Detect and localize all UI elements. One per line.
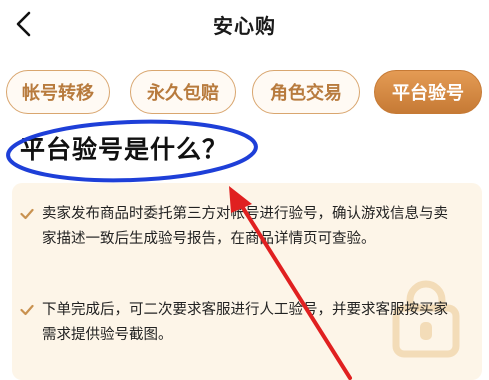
list-item-text: 下单完成后，可二次要求客服进行人工验号，并要求客服按买家需求提供验号截图。: [42, 302, 448, 343]
tab-role-trading[interactable]: 角色交易: [252, 70, 360, 114]
tab-platform-verification[interactable]: 平台验号: [374, 70, 482, 114]
page: 安心购 帐号转移 永久包赔 角色交易 平台验号 平台验号是什么？ 卖家发布商品时…: [0, 0, 489, 380]
tab-permanent-compensation[interactable]: 永久包赔: [130, 70, 236, 114]
check-icon: [20, 304, 34, 316]
check-icon: [20, 208, 34, 220]
info-card: 卖家发布商品时委托第三方对帐号进行验号，确认游戏信息与卖家描述一致后生成验号报告…: [12, 183, 482, 380]
page-title: 安心购: [213, 14, 276, 38]
list-item: 下单完成后，可二次要求客服进行人工验号，并要求客服按买家需求提供验号截图。: [20, 298, 460, 348]
top-bar: 安心购: [0, 0, 489, 48]
tab-account-transfer[interactable]: 帐号转移: [6, 70, 110, 114]
tab-bar: 帐号转移 永久包赔 角色交易 平台验号: [0, 70, 489, 118]
list-item-text: 卖家发布商品时委托第三方对帐号进行验号，确认游戏信息与卖家描述一致后生成验号报告…: [42, 206, 448, 247]
section-heading: 平台验号是什么？: [20, 135, 229, 164]
list-item: 卖家发布商品时委托第三方对帐号进行验号，确认游戏信息与卖家描述一致后生成验号报告…: [20, 202, 460, 278]
